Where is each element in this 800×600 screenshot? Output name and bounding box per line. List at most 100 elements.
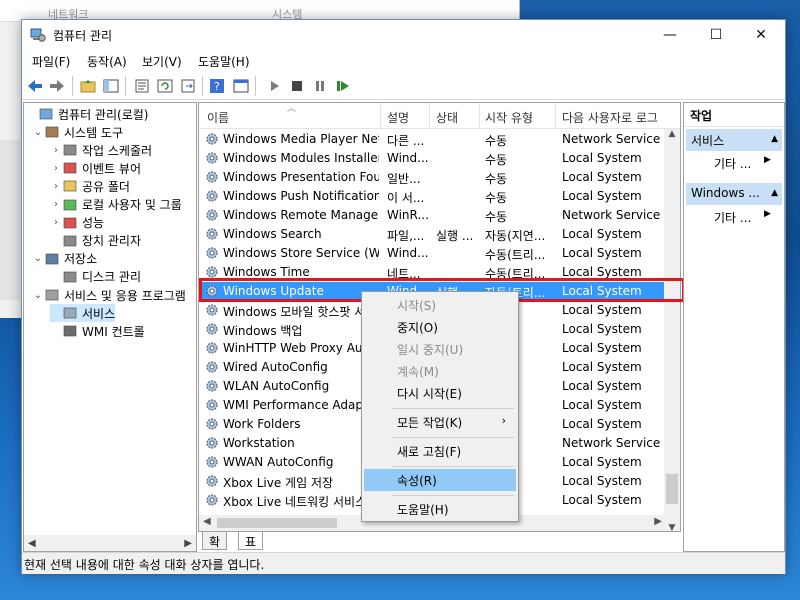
service-start: 수동 <box>485 153 508 167</box>
tree-item[interactable]: 컴퓨터 관리(로컬) <box>26 105 148 123</box>
mmc-window-icon[interactable] <box>232 77 250 95</box>
service-row[interactable]: Windows Modules Installer Wind... 수동 Local … <box>199 149 666 168</box>
column-status[interactable]: 상태 <box>436 109 458 126</box>
service-logon: Local System <box>562 474 642 488</box>
expand-chevron-icon[interactable]: ⌄ <box>32 290 44 301</box>
scroll-thumb[interactable] <box>217 518 337 528</box>
menu-help[interactable]: 도움말(H) <box>198 53 250 70</box>
tree-item[interactable]: › 로컬 사용자 및 그룹 <box>50 196 182 214</box>
menu-item-all-tasks[interactable]: 모든 작업(K) › <box>364 411 516 433</box>
show-hide-tree-icon[interactable] <box>102 77 120 95</box>
tree-node-icon <box>44 287 60 303</box>
up-folder-icon[interactable] <box>79 77 97 95</box>
tree-item[interactable]: 디스크 관리 <box>50 268 141 286</box>
service-logon: Local System <box>562 455 642 469</box>
menu-item-restart[interactable]: 다시 시작(E) <box>364 382 516 404</box>
service-row[interactable]: Windows Remote Manage... WinR... 수동 Network… <box>199 206 666 225</box>
tree-node-icon <box>38 106 54 122</box>
scroll-down-icon[interactable]: ▼ <box>664 523 680 531</box>
column-description[interactable]: 설명 <box>387 109 409 126</box>
scroll-up-icon[interactable]: ▲ <box>664 129 680 139</box>
collapse-chevron-icon[interactable]: › <box>50 217 62 228</box>
start-service-icon[interactable] <box>266 77 284 95</box>
menu-item-help[interactable]: 도움말(H) <box>364 498 516 520</box>
expand-chevron-icon[interactable]: ⌄ <box>32 127 44 138</box>
pause-service-icon[interactable] <box>311 77 329 95</box>
scroll-thumb[interactable] <box>666 474 678 504</box>
actions-group-windows-update[interactable]: Windows ... ▲ <box>686 183 782 205</box>
stop-service-icon[interactable] <box>288 77 306 95</box>
service-row[interactable]: Windows Media Player Net... 다른 ... 수동 Netwo… <box>199 130 666 149</box>
column-name[interactable]: 이름 <box>207 109 229 126</box>
menu-item-resume[interactable]: 계속(M) <box>364 360 516 382</box>
menu-item-properties[interactable]: 속성(R) <box>364 469 516 491</box>
service-name: Wired AutoConfig <box>223 360 328 374</box>
properties-sheet-icon[interactable] <box>133 77 151 95</box>
actions-more-services[interactable]: 기타 ... ▶ <box>714 155 771 172</box>
close-button[interactable]: ✕ <box>738 20 784 50</box>
tree-horizontal-scrollbar[interactable]: ◀ ▶ <box>24 535 196 551</box>
menu-file[interactable]: 파일(F) <box>32 53 70 70</box>
service-logon: Local System <box>562 189 642 203</box>
collapse-chevron-icon[interactable]: › <box>50 199 62 210</box>
tree-item[interactable]: › 작업 스케줄러 <box>50 141 152 159</box>
actions-group-services[interactable]: 서비스 ▲ <box>686 129 782 151</box>
restart-service-icon[interactable] <box>334 77 352 95</box>
column-divider[interactable] <box>380 103 381 129</box>
service-gear-icon <box>205 436 219 450</box>
service-gear-icon <box>205 322 219 336</box>
service-row[interactable]: Windows Search 파일,... 실행 ... 자동(지연... Local … <box>199 225 666 244</box>
actions-more-windows-update[interactable]: 기타 ... ▶ <box>714 209 771 226</box>
service-row[interactable]: Windows Push Notification... 이 서... 수동 Loca… <box>199 187 666 206</box>
collapse-chevron-icon[interactable]: › <box>50 163 62 174</box>
computer-management-window: 컴퓨터 관리 — ☐ ✕ 파일(F) 동작(A) 보기(V) 도움말(H) ? … <box>21 19 786 574</box>
expand-chevron-icon[interactable]: ⌄ <box>32 253 44 264</box>
service-row[interactable]: Windows Store Service (W... Wind... 수동(트리.… <box>199 244 666 263</box>
service-row[interactable]: Windows Time 네트... 수동(트리... Local System <box>199 263 666 282</box>
title-bar[interactable]: 컴퓨터 관리 — ☐ ✕ <box>22 20 785 50</box>
toolbar-separator <box>202 76 203 96</box>
service-desc: WinR... <box>387 208 429 222</box>
column-logon-as[interactable]: 다음 사용자로 로그 <box>562 109 658 126</box>
column-divider[interactable] <box>479 103 480 129</box>
tree-item[interactable]: ⌄ 저장소 <box>32 250 97 268</box>
tab-standard[interactable]: 표준 <box>238 532 264 566</box>
menu-action[interactable]: 동작(A) <box>87 53 127 70</box>
column-divider[interactable] <box>429 103 430 129</box>
list-vertical-scrollbar[interactable]: ▲ ▼ <box>664 129 680 531</box>
export-list-icon[interactable] <box>179 77 197 95</box>
scroll-right-icon[interactable]: ▶ <box>654 516 662 527</box>
menu-item-refresh[interactable]: 새로 고침(F) <box>364 440 516 462</box>
column-divider[interactable] <box>555 103 556 129</box>
refresh-icon[interactable] <box>156 77 174 95</box>
tree-item[interactable]: › 공유 폴더 <box>50 177 130 195</box>
tree-item[interactable]: ⌄ 서비스 및 응용 프로그램 <box>32 286 186 304</box>
tree-item[interactable]: › 성능 <box>50 214 104 232</box>
help-icon[interactable]: ? <box>208 77 226 95</box>
maximize-button[interactable]: ☐ <box>693 20 739 50</box>
tree-item[interactable]: ⌄ 시스템 도구 <box>32 123 123 141</box>
forward-icon[interactable] <box>48 77 66 95</box>
column-startup-type[interactable]: 시작 유형 <box>485 109 533 126</box>
tree-item[interactable]: › 이벤트 뷰어 <box>50 159 141 177</box>
menu-item-start[interactable]: 시작(S) <box>364 294 516 316</box>
service-name: WLAN AutoConfig <box>223 379 330 393</box>
tree-item[interactable]: 장치 관리자 <box>50 232 141 250</box>
menu-view[interactable]: 보기(V) <box>142 53 182 70</box>
scroll-left-icon[interactable]: ◀ <box>203 516 211 527</box>
menu-item-pause[interactable]: 일시 중지(U) <box>364 338 516 360</box>
minimize-button[interactable]: — <box>647 20 693 50</box>
collapse-icon[interactable]: ▲ <box>771 188 778 198</box>
collapse-chevron-icon[interactable]: › <box>50 181 62 192</box>
actions-pane: 작업 서비스 ▲ 기타 ... ▶ Windows ... ▲ 기타 ... ▶ <box>683 102 785 552</box>
collapse-icon[interactable]: ▲ <box>771 134 778 144</box>
collapse-chevron-icon[interactable]: › <box>50 145 62 156</box>
service-row[interactable]: Windows Presentation Fou... 일반... 수동 Local … <box>199 168 666 187</box>
scroll-left-icon[interactable]: ◀ <box>28 538 36 549</box>
tree-item[interactable]: WMI 컨트롤 <box>50 322 145 340</box>
tree-item[interactable]: 서비스 <box>50 304 116 323</box>
back-icon[interactable] <box>26 77 44 95</box>
scroll-right-icon[interactable]: ▶ <box>184 538 192 549</box>
tab-extended[interactable]: 확장 <box>202 532 228 566</box>
menu-item-stop[interactable]: 중지(O) <box>364 316 516 338</box>
